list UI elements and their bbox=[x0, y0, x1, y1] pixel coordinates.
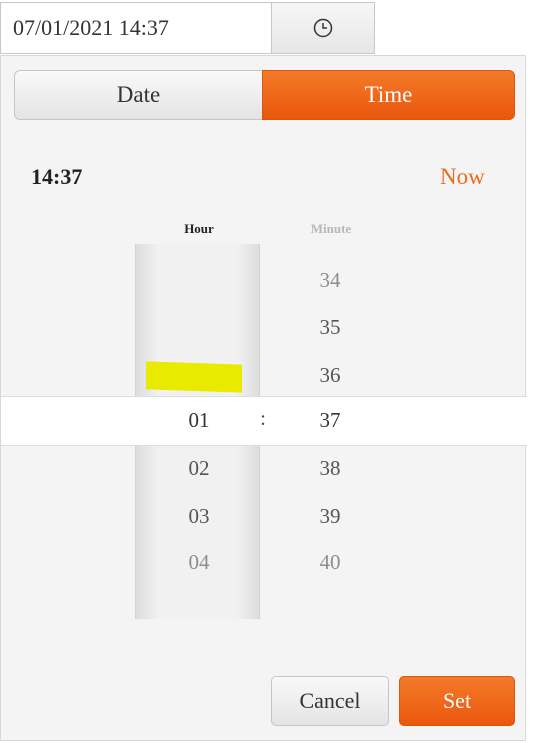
minute-option-36[interactable]: 36 bbox=[300, 363, 360, 388]
time-picker-panel: Date Time 14:37 Now Hour Minute 01 02 03… bbox=[0, 55, 527, 741]
minute-option-37[interactable]: 37 bbox=[300, 408, 360, 433]
hour-option-01[interactable]: 01 bbox=[169, 408, 229, 433]
hour-option-02[interactable]: 02 bbox=[169, 456, 229, 481]
clock-icon bbox=[313, 18, 333, 38]
minute-option-35[interactable]: 35 bbox=[300, 315, 360, 340]
current-time-display: 14:37 bbox=[31, 164, 83, 189]
minute-option-38[interactable]: 38 bbox=[300, 456, 360, 481]
tab-bar: Date Time bbox=[14, 70, 515, 120]
yellow-highlight-mark bbox=[146, 361, 242, 393]
hour-option-04[interactable]: 04 bbox=[169, 550, 229, 575]
minute-option-40[interactable]: 40 bbox=[300, 550, 360, 575]
datetime-row: 07/01/2021 14:37 bbox=[0, 0, 539, 55]
minute-column-header: Minute bbox=[310, 221, 352, 236]
now-button[interactable]: Now bbox=[440, 164, 485, 190]
set-button[interactable]: Set bbox=[399, 676, 515, 726]
cancel-button[interactable]: Cancel bbox=[271, 676, 389, 726]
clock-button[interactable] bbox=[272, 2, 375, 54]
tab-date[interactable]: Date bbox=[14, 70, 262, 120]
hour-column-header: Hour bbox=[184, 221, 214, 236]
minute-option-39[interactable]: 39 bbox=[300, 504, 360, 529]
datetime-input[interactable]: 07/01/2021 14:37 bbox=[0, 2, 272, 54]
time-separator: : bbox=[260, 408, 266, 430]
tab-time[interactable]: Time bbox=[262, 70, 515, 120]
hour-option-03[interactable]: 03 bbox=[169, 504, 229, 529]
minute-option-34[interactable]: 34 bbox=[300, 268, 360, 293]
